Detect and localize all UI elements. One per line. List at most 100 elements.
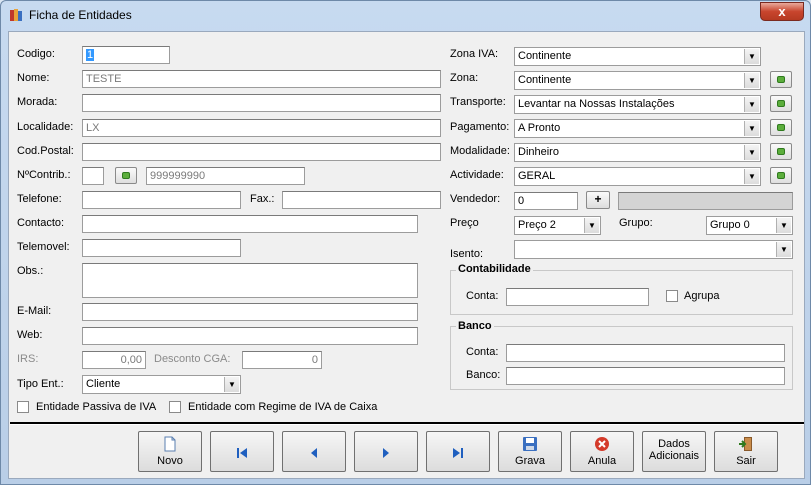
email-field[interactable] <box>82 303 418 321</box>
regime-caixa-label: Entidade com Regime de IVA de Caixa <box>188 401 378 413</box>
irs-label: IRS: <box>17 353 39 365</box>
transporte-select[interactable]: Levantar na Nossas Instalações ▼ <box>514 95 761 114</box>
web-field[interactable] <box>82 327 418 345</box>
window: Ficha de Entidades x Codigo: 1 Nome: TES… <box>0 0 811 485</box>
green-square-icon <box>777 100 785 107</box>
obs-field[interactable] <box>82 263 418 298</box>
anula-label: Anula <box>587 455 617 467</box>
localidade-field[interactable]: LX <box>82 119 441 137</box>
contacto-field[interactable] <box>82 215 418 233</box>
green-square-icon <box>122 172 130 179</box>
grava-button[interactable]: Grava <box>498 431 562 472</box>
grava-label: Grava <box>515 455 545 467</box>
agrupa-label: Agrupa <box>684 290 720 302</box>
regime-caixa-checkbox[interactable] <box>169 401 181 413</box>
form-area: Codigo: 1 Nome: TESTE Morada: Localidade… <box>8 31 805 479</box>
email-label: E-Mail: <box>17 305 52 317</box>
transporte-label: Transporte: <box>450 96 506 108</box>
anula-button[interactable]: Anula <box>570 431 634 472</box>
fax-field[interactable] <box>282 191 441 209</box>
ncontrib-lookup-button[interactable] <box>115 167 137 184</box>
tipo-ent-select[interactable]: Cliente ▼ <box>82 375 241 394</box>
chevron-down-icon: ▼ <box>744 73 759 88</box>
dados-label-line2: Adicionais <box>648 450 700 462</box>
novo-button[interactable]: Novo <box>138 431 202 472</box>
last-record-icon <box>453 448 463 458</box>
agrupa-checkbox[interactable] <box>666 290 678 302</box>
contabilidade-title: Contabilidade <box>456 263 533 275</box>
vendedor-add-button[interactable]: + <box>586 191 610 209</box>
ncontrib-prefix-field[interactable] <box>82 167 104 185</box>
last-record-button[interactable] <box>426 431 490 472</box>
prev-record-icon <box>311 448 317 458</box>
isento-select[interactable]: ▼ <box>514 240 793 259</box>
codpostal-label: Cod.Postal: <box>17 145 74 157</box>
localidade-label: Localidade: <box>17 121 74 133</box>
contabilidade-conta-field[interactable] <box>506 288 649 306</box>
nome-field[interactable]: TESTE <box>82 70 441 88</box>
telemovel-field[interactable] <box>82 239 241 257</box>
chevron-down-icon: ▼ <box>744 145 759 160</box>
chevron-down-icon: ▼ <box>744 121 759 136</box>
toolbar-separator <box>10 422 804 425</box>
isento-label: Isento: <box>450 248 484 260</box>
codpostal-field[interactable] <box>82 143 441 161</box>
chevron-down-icon: ▼ <box>776 242 791 257</box>
first-record-button[interactable] <box>210 431 274 472</box>
zona-value: Continente <box>518 74 572 86</box>
preco-label: Preço <box>450 217 479 229</box>
vendedor-field[interactable]: 0 <box>514 192 578 210</box>
zona-select[interactable]: Continente ▼ <box>514 71 761 90</box>
preco-value: Preço 2 <box>518 219 556 231</box>
close-button[interactable]: x <box>760 2 804 21</box>
morada-label: Morada: <box>17 96 58 108</box>
sair-button[interactable]: Sair <box>714 431 778 472</box>
passiva-iva-label: Entidade Passiva de IVA <box>36 401 157 413</box>
modalidade-select[interactable]: Dinheiro ▼ <box>514 143 761 162</box>
prev-record-button[interactable] <box>282 431 346 472</box>
banco-conta-field[interactable] <box>506 344 785 362</box>
telefone-label: Telefone: <box>17 193 62 205</box>
banco-conta-label: Conta: <box>466 346 499 358</box>
chevron-down-icon: ▼ <box>776 218 791 233</box>
morada-field[interactable] <box>82 94 441 112</box>
next-record-button[interactable] <box>354 431 418 472</box>
banco-title: Banco <box>456 320 494 332</box>
dados-adicionais-button[interactable]: Dados Adicionais <box>642 431 706 472</box>
telemovel-label: Telemovel: <box>17 241 70 253</box>
pagamento-select[interactable]: A Pronto ▼ <box>514 119 761 138</box>
actividade-label: Actividade: <box>450 169 504 181</box>
vendedor-label: Vendedor: <box>450 193 501 205</box>
chevron-down-icon: ▼ <box>584 218 599 233</box>
ncontrib-label: NºContrib.: <box>17 169 71 181</box>
grupo-select[interactable]: Grupo 0 ▼ <box>706 216 793 235</box>
telefone-field[interactable] <box>82 191 241 209</box>
next-record-icon <box>383 448 389 458</box>
chevron-down-icon: ▼ <box>744 169 759 184</box>
preco-select[interactable]: Preço 2 ▼ <box>514 216 601 235</box>
zona-iva-select[interactable]: Continente ▼ <box>514 47 761 66</box>
desconto-cga-field[interactable]: 0 <box>242 351 322 369</box>
desconto-cga-label: Desconto CGA: <box>154 353 231 365</box>
codigo-field[interactable]: 1 <box>82 46 170 64</box>
passiva-iva-checkbox[interactable] <box>17 401 29 413</box>
tipo-ent-label: Tipo Ent.: <box>17 378 64 390</box>
sair-label: Sair <box>736 455 756 467</box>
actividade-select[interactable]: GERAL ▼ <box>514 167 761 186</box>
zona-iva-value: Continente <box>518 50 572 62</box>
green-square-icon <box>777 172 785 179</box>
pagamento-label: Pagamento: <box>450 121 510 133</box>
banco-banco-field[interactable] <box>506 367 785 385</box>
ncontrib-field[interactable]: 999999990 <box>146 167 305 185</box>
pagamento-add-button[interactable] <box>770 119 792 136</box>
modalidade-add-button[interactable] <box>770 143 792 160</box>
banco-banco-label: Banco: <box>466 369 501 381</box>
title-bar: Ficha de Entidades x <box>1 1 810 29</box>
actividade-add-button[interactable] <box>770 167 792 184</box>
green-square-icon <box>777 76 785 83</box>
zona-add-button[interactable] <box>770 71 792 88</box>
cancel-icon <box>595 437 609 451</box>
transporte-add-button[interactable] <box>770 95 792 112</box>
chevron-down-icon: ▼ <box>744 49 759 64</box>
irs-field[interactable]: 0,00 <box>82 351 146 369</box>
